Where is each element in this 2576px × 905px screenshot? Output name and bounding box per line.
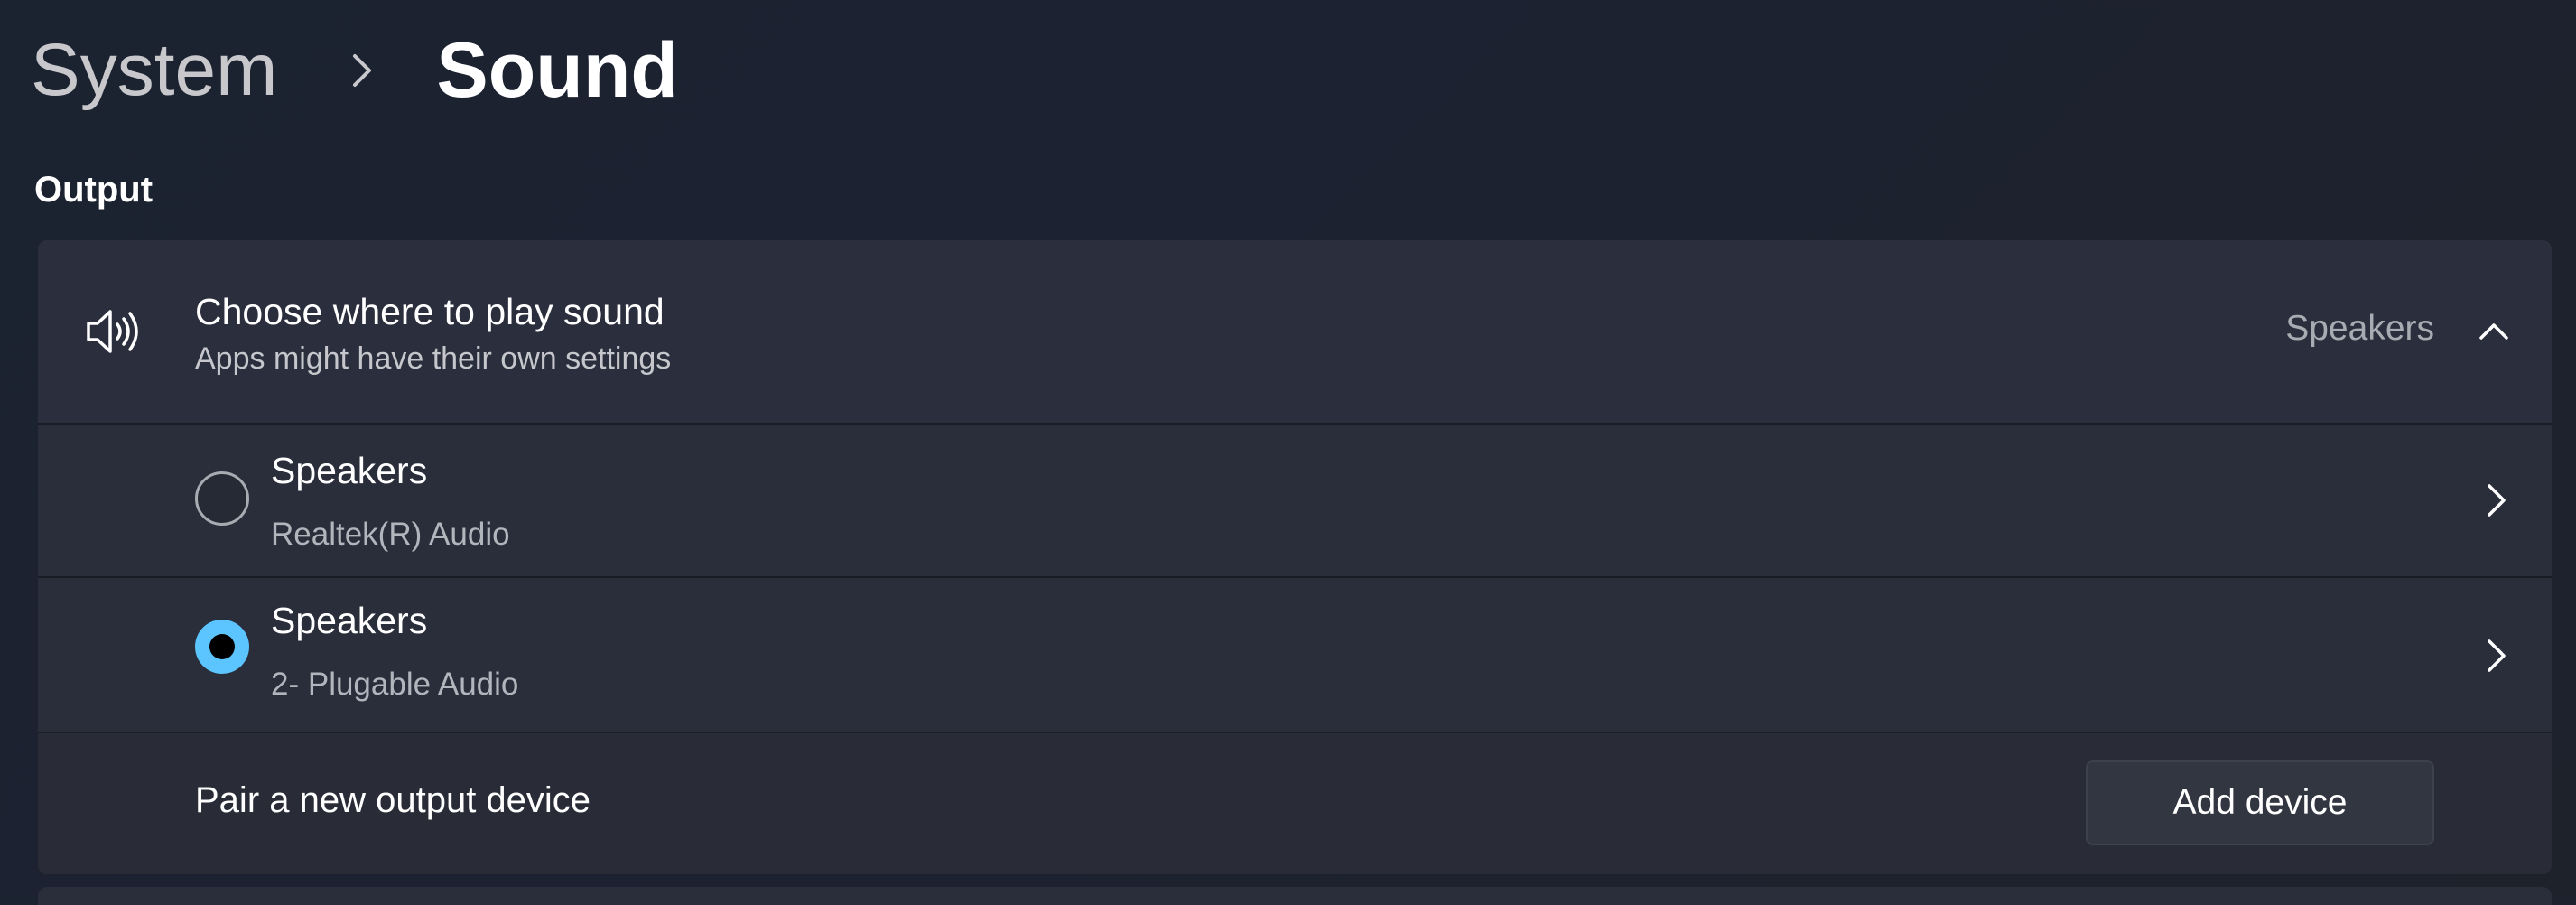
page-title: Sound — [436, 26, 678, 114]
chevron-right-icon[interactable] — [2479, 636, 2512, 676]
device-description: 2- Plugable Audio — [271, 667, 519, 702]
chevron-right-icon[interactable] — [2479, 480, 2512, 520]
device-row-realtek[interactable]: Speakers Realtek(R) Audio — [38, 425, 2552, 576]
selected-output-value: Speakers — [2285, 309, 2434, 348]
device-row-plugable[interactable]: Speakers 2- Plugable Audio — [38, 578, 2552, 732]
chevron-right-icon — [342, 51, 382, 90]
radio-selected-dot — [209, 634, 235, 659]
device-radio-realtek[interactable] — [195, 471, 249, 526]
device-description: Realtek(R) Audio — [271, 517, 510, 552]
chevron-up-icon[interactable] — [2476, 313, 2512, 349]
device-name: Speakers — [271, 450, 428, 491]
device-radio-plugable[interactable] — [195, 620, 249, 674]
breadcrumb: System Sound — [31, 16, 678, 125]
output-picker-header[interactable]: Choose where to play sound Apps might ha… — [38, 240, 2552, 423]
section-title-output: Output — [34, 170, 153, 210]
breadcrumb-system[interactable]: System — [31, 28, 277, 113]
pair-device-label: Pair a new output device — [195, 780, 591, 820]
next-card — [38, 887, 2552, 905]
output-card: Choose where to play sound Apps might ha… — [38, 240, 2552, 874]
device-name: Speakers — [271, 600, 428, 641]
pair-device-row: Pair a new output device Add device — [38, 733, 2552, 874]
output-picker-title: Choose where to play sound — [195, 291, 665, 332]
add-device-button[interactable]: Add device — [2086, 760, 2434, 845]
speaker-icon — [83, 302, 143, 361]
output-picker-subtitle: Apps might have their own settings — [195, 341, 672, 376]
